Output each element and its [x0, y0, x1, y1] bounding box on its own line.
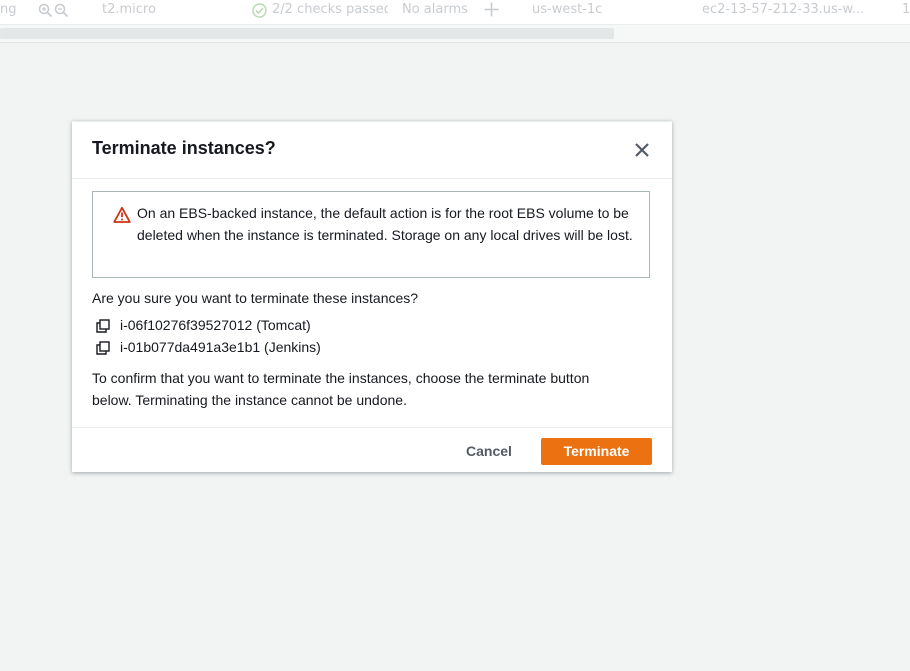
trailing-cell: 1	[902, 2, 910, 17]
confirmation-question: Are you sure you want to terminate these…	[92, 290, 419, 306]
copy-icon[interactable]	[96, 341, 110, 355]
instance-id-label: i-06f10276f39527012 (Tomcat)	[120, 317, 311, 333]
close-icon[interactable]	[630, 138, 654, 162]
modal-title: Terminate instances?	[92, 138, 276, 158]
instance-id-label: i-01b077da491a3e1b1 (Jenkins)	[120, 339, 321, 355]
modal-footer: Cancel Terminate	[72, 427, 672, 473]
alert-message: On an EBS-backed instance, the default a…	[137, 205, 633, 243]
terminate-button[interactable]: Terminate	[541, 438, 652, 465]
alarm-status-cell: No alarms	[402, 2, 468, 17]
modal-header: Terminate instances?	[72, 122, 672, 179]
horizontal-scrollbar	[0, 25, 910, 43]
scrollbar-thumb	[0, 28, 614, 39]
availability-zone-cell: us-west-1c	[532, 2, 603, 17]
background-instance-row: ng t2.micro 2/2 checks passed No alarms …	[0, 0, 910, 25]
cancel-button[interactable]: Cancel	[454, 438, 524, 464]
instance-state-cell: ng	[0, 2, 17, 17]
confirm-instructions: To confirm that you want to terminate th…	[92, 370, 590, 408]
status-check-cell: 2/2 checks passed	[272, 2, 388, 17]
public-dns-cell: ec2-13-57-212-33.us-w...	[702, 2, 865, 17]
warning-alert: On an EBS-backed instance, the default a…	[92, 191, 650, 278]
check-circle-icon	[252, 3, 267, 22]
copy-icon[interactable]	[96, 319, 110, 333]
warning-icon	[113, 206, 131, 224]
instance-type-cell: t2.micro	[102, 2, 156, 17]
plus-icon	[483, 1, 500, 22]
zoom-in-icon	[38, 3, 53, 22]
terminate-instances-modal: Terminate instances? On an EBS-backed in…	[72, 121, 672, 472]
zoom-out-icon	[54, 3, 69, 22]
